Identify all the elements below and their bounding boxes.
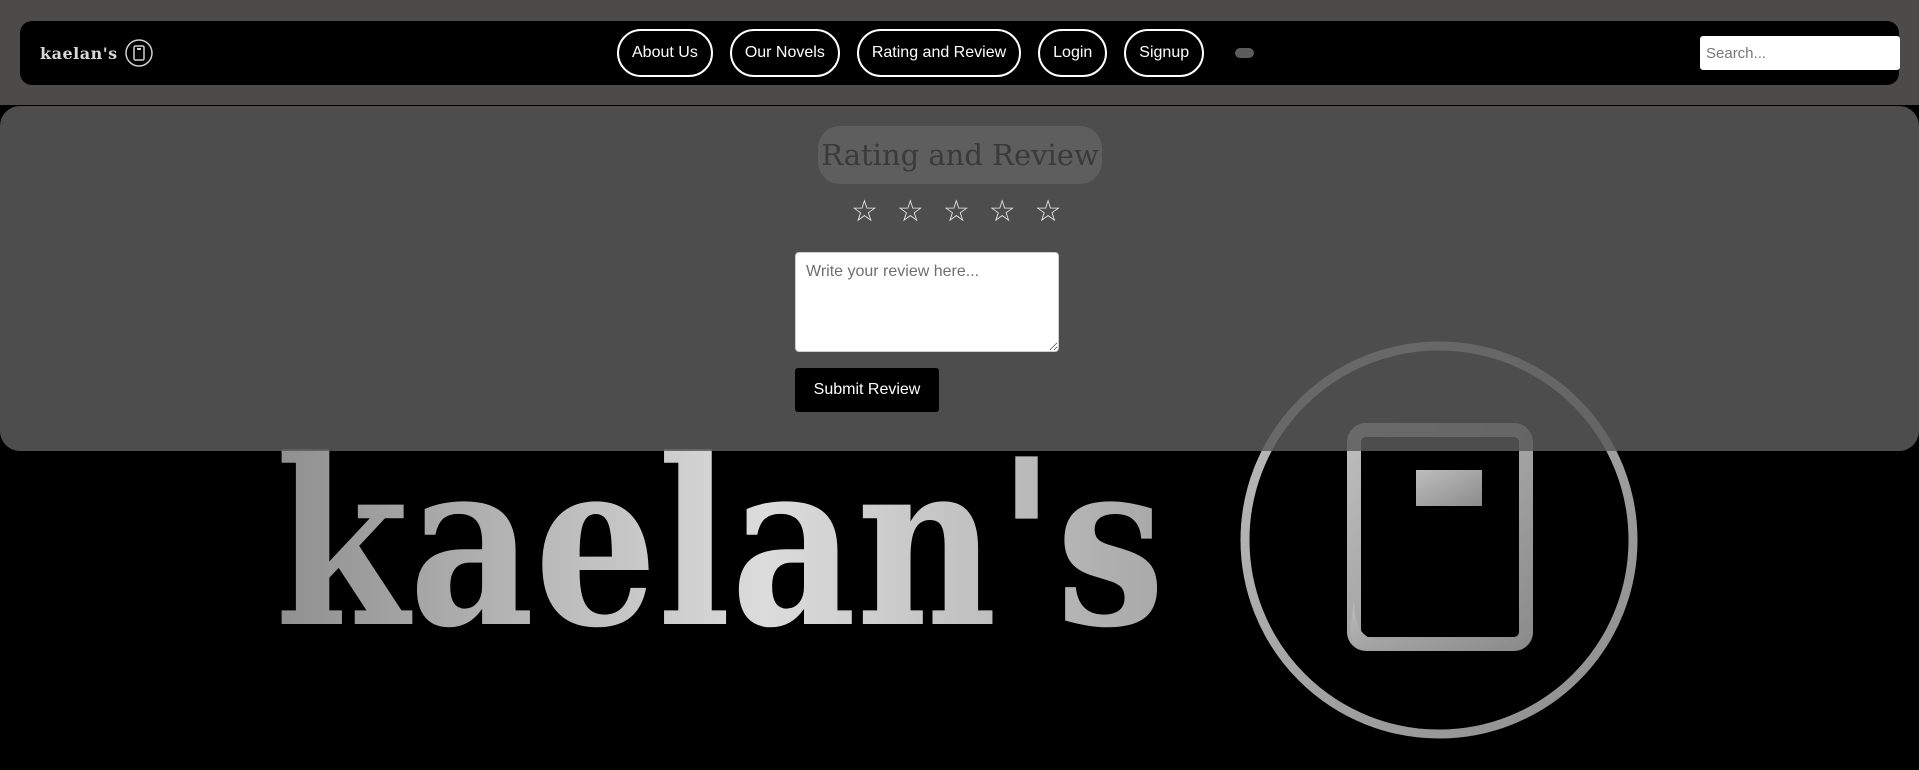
page: kaelan's kaelan's About Us Our Novels Ra…: [0, 0, 1919, 770]
review-title: Rating and Review: [818, 126, 1102, 184]
star-4-icon[interactable]: ☆: [989, 194, 1016, 230]
search-input[interactable]: [1700, 36, 1900, 70]
nav-our-novels[interactable]: Our Novels: [729, 29, 840, 77]
star-2-icon[interactable]: ☆: [897, 194, 924, 230]
theme-toggle[interactable]: [1235, 48, 1255, 58]
navbar: kaelan's About Us Our Novels Rating and …: [20, 21, 1900, 85]
nav-signup[interactable]: Signup: [1124, 29, 1205, 77]
star-1-icon[interactable]: ☆: [851, 194, 878, 230]
submit-review-button[interactable]: Submit Review: [795, 368, 939, 412]
brand-logo[interactable]: kaelan's: [40, 21, 154, 85]
nav-rating-and-review[interactable]: Rating and Review: [856, 29, 1022, 77]
star-rating: ☆ ☆ ☆ ☆ ☆: [851, 194, 1062, 230]
review-panel: Rating and Review ☆ ☆ ☆ ☆ ☆ Submit Revie…: [0, 106, 1919, 451]
star-3-icon[interactable]: ☆: [943, 194, 970, 230]
nav-about-us[interactable]: About Us: [617, 29, 713, 77]
review-textarea[interactable]: [795, 252, 1059, 352]
book-circle-icon: [124, 39, 153, 67]
brand-name: kaelan's: [40, 43, 118, 63]
header: kaelan's About Us Our Novels Rating and …: [0, 0, 1919, 105]
nav-links: About Us Our Novels Rating and Review Lo…: [617, 27, 1255, 79]
nav-login[interactable]: Login: [1038, 29, 1108, 77]
star-5-icon[interactable]: ☆: [1035, 194, 1062, 230]
